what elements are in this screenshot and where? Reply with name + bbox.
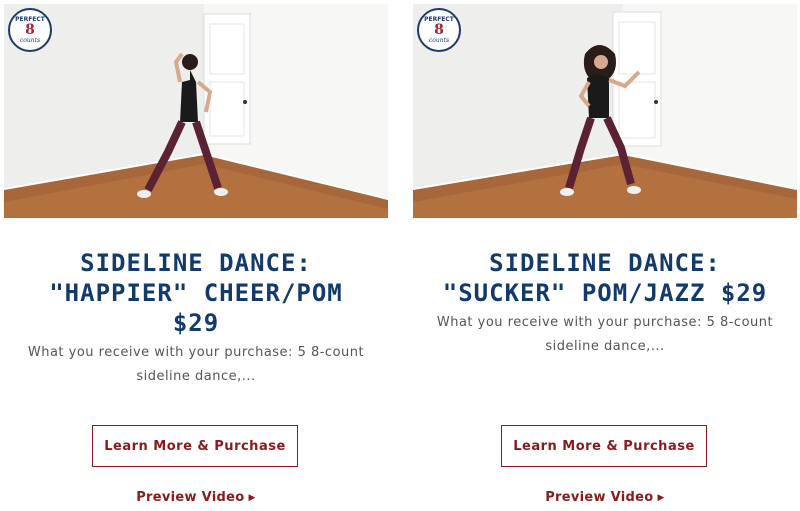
preview-label: Preview Video bbox=[545, 490, 654, 505]
button-label: Learn More & Purchase bbox=[104, 438, 286, 454]
product-description: What you receive with your purchase: 5 8… bbox=[433, 311, 777, 359]
title-line: "HAPPIER" CHEER/POM bbox=[49, 279, 343, 307]
description-line: sideline dance,... bbox=[545, 339, 665, 354]
product-title[interactable]: SIDELINE DANCE: "HAPPIER" CHEER/POM $29 bbox=[4, 248, 388, 338]
video-thumbnail[interactable]: PERFECT 8 counts bbox=[413, 4, 797, 218]
product-title[interactable]: SIDELINE DANCE: "SUCKER" POM/JAZZ $29 bbox=[413, 248, 797, 308]
perfect-8-counts-logo: PERFECT 8 counts bbox=[417, 8, 461, 52]
learn-more-purchase-button[interactable]: Learn More & Purchase bbox=[501, 425, 707, 467]
learn-more-purchase-button[interactable]: Learn More & Purchase bbox=[92, 425, 298, 467]
video-thumbnail[interactable]: PERFECT 8 counts bbox=[4, 4, 388, 218]
dancer-room-image bbox=[413, 4, 797, 218]
preview-label: Preview Video bbox=[136, 490, 245, 505]
button-label: Learn More & Purchase bbox=[513, 438, 695, 454]
preview-video-link[interactable]: Preview Video ▶ bbox=[4, 490, 388, 505]
play-arrow-icon: ▶ bbox=[657, 493, 665, 503]
logo-line3: counts bbox=[428, 37, 450, 44]
title-line: "SUCKER" POM/JAZZ $29 bbox=[442, 279, 768, 307]
logo-line3: counts bbox=[19, 37, 41, 44]
description-line: What you receive with your purchase: 5 8… bbox=[27, 345, 365, 360]
product-description: What you receive with your purchase: 5 8… bbox=[24, 341, 368, 389]
perfect-8-counts-logo: PERFECT 8 counts bbox=[8, 8, 52, 52]
title-line: SIDELINE DANCE: bbox=[80, 249, 312, 277]
product-card-happier: PERFECT 8 counts SIDELINE DANCE: "HAPPIE… bbox=[4, 0, 388, 511]
logo-line2: 8 bbox=[25, 22, 35, 38]
description-line: What you receive with your purchase: 5 8… bbox=[436, 315, 774, 330]
title-line: SIDELINE DANCE: bbox=[489, 249, 721, 277]
preview-video-link[interactable]: Preview Video ▶ bbox=[413, 490, 797, 505]
product-card-sucker: PERFECT 8 counts SIDELINE DANCE: "SUCKER… bbox=[413, 0, 797, 511]
title-line: $29 bbox=[172, 309, 220, 337]
description-line: sideline dance,... bbox=[136, 369, 256, 384]
dancer-room-image bbox=[4, 4, 388, 218]
play-arrow-icon: ▶ bbox=[248, 493, 256, 503]
logo-line2: 8 bbox=[434, 22, 444, 38]
